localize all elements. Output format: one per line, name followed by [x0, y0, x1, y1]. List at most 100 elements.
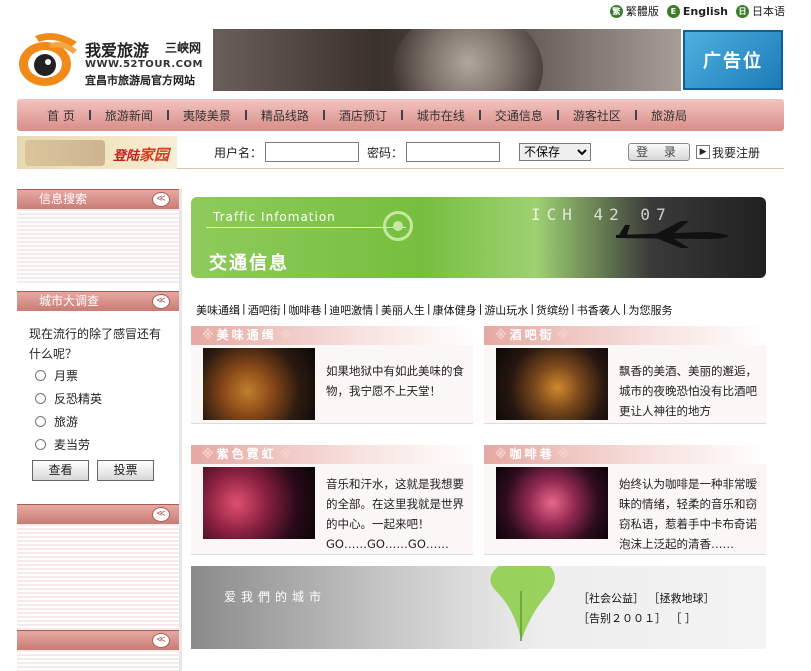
ring-decoration-icon — [383, 211, 413, 241]
register-link[interactable]: ▶ 我要注册 — [696, 144, 760, 161]
password-label: 密码： — [367, 145, 404, 160]
expand-icon[interactable]: ≪ — [152, 507, 170, 522]
expand-icon[interactable]: ≪ — [152, 192, 170, 207]
lang-japanese[interactable]: 日 日本语 — [736, 3, 785, 19]
poll-question: 现在流行的除了感冒还有什么呢？ — [29, 327, 162, 361]
nav-item-scenery[interactable]: 夷陵美景 — [169, 107, 245, 124]
airplane-icon — [616, 221, 729, 248]
category-link[interactable]: 美丽人生 — [381, 302, 425, 318]
search-panel — [17, 209, 179, 285]
ginkgo-leaf-icon — [490, 566, 555, 641]
ad-slot[interactable]: 广告位 — [683, 30, 783, 90]
category-link[interactable]: 酒吧街 — [248, 302, 281, 318]
category-link[interactable]: 货缤纷 — [536, 302, 569, 318]
arrow-right-icon: ▶ — [696, 145, 711, 159]
right-margin — [786, 197, 811, 671]
empty-panel — [17, 524, 179, 630]
lang-english[interactable]: E English — [666, 4, 728, 18]
radio-icon[interactable] — [35, 416, 46, 427]
left-sidebar: 信息搜索 ≪ 城市大调查 ≪ 现在流行的除了感冒还有什么呢？ 月票 反恐精英 旅… — [17, 189, 182, 671]
hero-title-cn: 交通信息 — [209, 253, 289, 274]
food-photo[interactable] — [203, 348, 315, 420]
register-label: 我要注册 — [712, 145, 761, 160]
search-section-title: 信息搜索 — [39, 192, 88, 206]
radio-icon[interactable] — [35, 439, 46, 450]
footer-link[interactable]: ［拯救地球］ — [654, 592, 715, 605]
expand-icon[interactable]: ≪ — [152, 294, 170, 309]
nav-item-home[interactable]: 首 页 — [33, 107, 89, 124]
poll-option[interactable]: 旅游 — [17, 410, 179, 433]
password-input[interactable] — [406, 142, 501, 162]
header: 我爱旅游 三峡网 WWW.52TOUR.COM 宜昌市旅游局官方网站 广告位 — [15, 29, 785, 91]
view-results-button[interactable]: 查看 — [32, 460, 89, 481]
card-header: ※ 酒吧街 ※ — [484, 326, 766, 345]
city-footer-banner: 爱我們的城市 ［社会公益］ ［拯救地球］ ［告别２００１］ ［ ］ — [191, 566, 766, 649]
logo-city: 三峡网 — [165, 41, 202, 55]
category-links: 美味通缉 | 酒吧街 | 咖啡巷 | 迪吧激情 | 美丽人生 | 康体健身 | 游山玩水 | … — [196, 302, 673, 318]
card-description: 音乐和汗水，这就是我想要的全部。在这里我就是世界的中心。一起来吧！GO……GO…… — [326, 477, 464, 551]
lang-label: English — [682, 4, 728, 18]
login-bar: 登陆家园 用户名： 密码： 不保存 登 录 ▶ 我要注册 — [17, 135, 784, 169]
feature-card-cafe[interactable]: ※ 咖啡巷 ※ 始终认为咖啡是一种非常暧昧的情绪，轻柔的音乐和窃窃私语，惹着手中卡布… — [484, 445, 766, 555]
category-link[interactable]: 美味通缉 — [196, 302, 240, 318]
footer-link[interactable]: ［告别２００１］ — [578, 612, 666, 625]
footer-link[interactable]: ［ ］ — [676, 612, 696, 625]
nav-item-traffic[interactable]: 交通信息 — [481, 107, 557, 124]
logo-name: 我爱旅游 — [85, 41, 150, 60]
empty-panel — [17, 650, 179, 671]
card-description: 飘香的美酒、美丽的邂逅，城市的夜晚恐怕没有比酒吧更让人神往的地方 — [619, 364, 757, 418]
cafe-photo[interactable] — [496, 467, 608, 539]
logo-subtitle: 宜昌市旅游局官方网站 — [85, 74, 195, 87]
poll-option[interactable]: 反恐精英 — [17, 387, 179, 410]
concert-photo[interactable] — [203, 467, 315, 539]
card-header: ※ 美味通缉 ※ — [191, 326, 473, 345]
category-link[interactable]: 游山玩水 — [484, 302, 528, 318]
lang-traditional[interactable]: 繁 繁體版 — [609, 3, 659, 19]
login-button[interactable]: 登 录 — [628, 143, 691, 161]
login-home-banner: 登陆家园 — [17, 135, 177, 169]
poll-option[interactable]: 麦当劳 — [17, 433, 179, 456]
nav-item-routes[interactable]: 精品线路 — [247, 107, 323, 124]
footer-slogan: 爱我們的城市 — [224, 590, 327, 604]
site-logo[interactable]: 我爱旅游 三峡网 WWW.52TOUR.COM 宜昌市旅游局官方网站 — [15, 29, 213, 91]
category-link[interactable]: 为您服务 — [628, 302, 672, 318]
logo-url: WWW.52TOUR.COM — [85, 59, 203, 70]
feature-card-neon[interactable]: ※ 紫色霓虹 ※ 音乐和汗水，这就是我想要的全部。在这里我就是世界的中心。一起来吧！… — [191, 445, 473, 555]
nav-item-city[interactable]: 城市在线 — [403, 107, 479, 124]
radio-icon[interactable] — [35, 393, 46, 404]
poll-option[interactable]: 月票 — [17, 364, 179, 387]
lang-badge-icon: E — [666, 4, 680, 18]
username-label: 用户名： — [214, 145, 263, 160]
lang-badge-icon: 繁 — [609, 4, 623, 18]
login-banner-text: 登陆家园 — [113, 145, 170, 164]
card-header: ※ 紫色霓虹 ※ — [191, 445, 473, 464]
bar-photo[interactable] — [496, 348, 608, 420]
category-link[interactable]: 康体健身 — [433, 302, 477, 318]
card-description: 如果地狱中有如此美味的食物，我宁愿不上天堂！ — [326, 364, 464, 398]
traffic-hero-banner: Traffic Infomation 交通信息 ICH 42 07 — [191, 197, 766, 278]
category-link[interactable]: 咖啡巷 — [288, 302, 321, 318]
hero-title-en: Traffic Infomation — [213, 210, 336, 224]
language-bar: 繁 繁體版 E English 日 日本语 — [609, 3, 785, 19]
nav-item-news[interactable]: 旅游新闻 — [91, 107, 167, 124]
main-nav: 首 页 旅游新闻 夷陵美景 精品线路 酒店预订 城市在线 交通信息 游客社区 旅… — [17, 99, 784, 131]
lang-label: 繁體版 — [625, 5, 659, 18]
vote-button[interactable]: 投票 — [97, 460, 154, 481]
eye-logo-icon — [19, 33, 77, 86]
nav-item-community[interactable]: 游客社区 — [559, 107, 635, 124]
expand-icon[interactable]: ≪ — [152, 633, 170, 648]
radio-icon[interactable] — [35, 370, 46, 381]
feature-card-food[interactable]: ※ 美味通缉 ※ 如果地狱中有如此美味的食物，我宁愿不上天堂！ — [191, 326, 473, 424]
remember-select[interactable]: 不保存 — [519, 143, 592, 161]
nav-item-bureau[interactable]: 旅游局 — [637, 107, 701, 124]
username-input[interactable] — [265, 142, 360, 162]
category-link[interactable]: 迪吧激情 — [329, 302, 373, 318]
category-link[interactable]: 书香袭人 — [577, 302, 621, 318]
footer-link[interactable]: ［社会公益］ — [578, 592, 644, 605]
survey-section-header: 城市大调查 ≪ — [17, 291, 179, 311]
card-description: 始终认为咖啡是一种非常暧昧的情绪，轻柔的音乐和窃窃私语，惹着手中卡布奇诺泡沫上泛… — [619, 477, 757, 551]
nav-item-hotels[interactable]: 酒店预订 — [325, 107, 401, 124]
feature-card-bar[interactable]: ※ 酒吧街 ※ 飘香的美酒、美丽的邂逅，城市的夜晚恐怕没有比酒吧更让人神往的地方 — [484, 326, 766, 424]
lang-badge-icon: 日 — [736, 4, 749, 18]
footer-links: ［社会公益］ ［拯救地球］ ［告别２００１］ ［ ］ — [578, 589, 725, 629]
